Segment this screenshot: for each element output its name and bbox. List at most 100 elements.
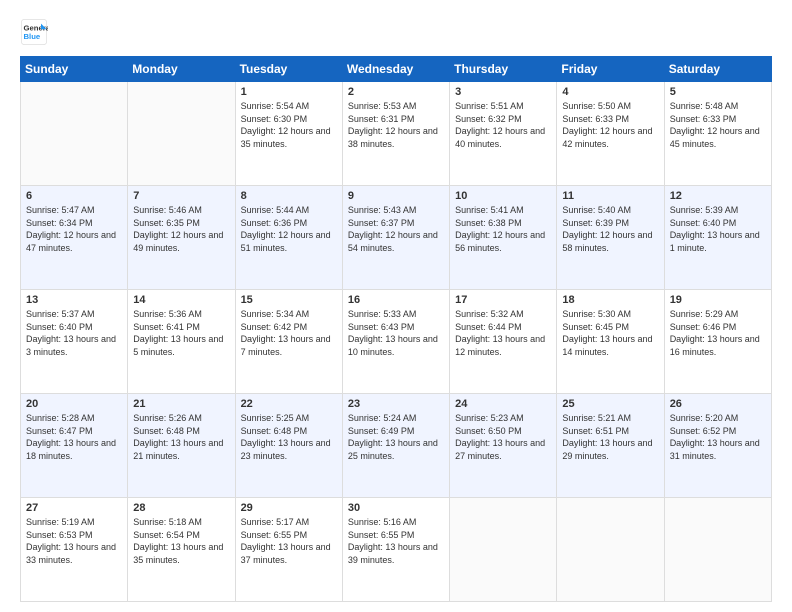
calendar-day-7: 7Sunrise: 5:46 AMSunset: 6:35 PMDaylight… bbox=[128, 186, 235, 290]
calendar-table: SundayMondayTuesdayWednesdayThursdayFrid… bbox=[20, 56, 772, 602]
daylight-text: Daylight: 12 hours and 51 minutes. bbox=[241, 229, 337, 254]
day-info: Sunrise: 5:33 AMSunset: 6:43 PMDaylight:… bbox=[348, 308, 444, 358]
sunrise-text: Sunrise: 5:32 AM bbox=[455, 308, 551, 321]
sunrise-text: Sunrise: 5:26 AM bbox=[133, 412, 229, 425]
day-number: 23 bbox=[348, 398, 444, 410]
day-number: 25 bbox=[562, 398, 658, 410]
calendar-day-24: 24 Sunrise: 5:23 AMSunset: 6:50 PMDayligh… bbox=[450, 394, 557, 498]
daylight-text: Daylight: 13 hours and 33 minutes. bbox=[26, 541, 122, 566]
sunrise-text: Sunrise: 5:41 AM bbox=[455, 204, 551, 217]
daylight-text: Daylight: 13 hours and 23 minutes. bbox=[241, 437, 337, 462]
sunset-text: Sunset: 6:48 PM bbox=[133, 425, 229, 438]
day-info: Sunrise: 5:23 AMSunset: 6:50 PMDaylight:… bbox=[455, 412, 551, 462]
calendar-day-21: 21Sunrise: 5:26 AMSunset: 6:48 PMDayligh… bbox=[128, 394, 235, 498]
calendar-day-29: 29 Sunrise: 5:17 AMSunset: 6:55 PMDayligh… bbox=[235, 498, 342, 602]
calendar-day-5: 5Sunrise: 5:48 AMSunset: 6:33 PMDaylight… bbox=[664, 82, 771, 186]
calendar-day-18: 18 Sunrise: 5:30 AMSunset: 6:45 PMDayligh… bbox=[557, 290, 664, 394]
sunrise-text: Sunrise: 5:30 AM bbox=[562, 308, 658, 321]
sunset-text: Sunset: 6:39 PM bbox=[562, 217, 658, 230]
day-number: 12 bbox=[670, 190, 766, 202]
sunrise-text: Sunrise: 5:20 AM bbox=[670, 412, 766, 425]
calendar-day-3: 3Sunrise: 5:51 AMSunset: 6:32 PMDaylight… bbox=[450, 82, 557, 186]
day-number: 4 bbox=[562, 86, 658, 98]
calendar-day-17: 17Sunrise: 5:32 AMSunset: 6:44 PMDayligh… bbox=[450, 290, 557, 394]
sunset-text: Sunset: 6:37 PM bbox=[348, 217, 444, 230]
calendar-empty-cell bbox=[128, 82, 235, 186]
sunset-text: Sunset: 6:53 PM bbox=[26, 529, 122, 542]
calendar-day-23: 23Sunrise: 5:24 AMSunset: 6:49 PMDayligh… bbox=[342, 394, 449, 498]
day-number: 28 bbox=[133, 502, 229, 514]
sunset-text: Sunset: 6:33 PM bbox=[562, 113, 658, 126]
sunrise-text: Sunrise: 5:16 AM bbox=[348, 516, 444, 529]
day-number: 3 bbox=[455, 86, 551, 98]
day-number: 11 bbox=[562, 190, 658, 202]
day-info: Sunrise: 5:17 AMSunset: 6:55 PMDaylight:… bbox=[241, 516, 337, 566]
day-info: Sunrise: 5:41 AMSunset: 6:38 PMDaylight:… bbox=[455, 204, 551, 254]
day-info: Sunrise: 5:25 AMSunset: 6:48 PMDaylight:… bbox=[241, 412, 337, 462]
calendar-day-14: 14 Sunrise: 5:36 AMSunset: 6:41 PMDayligh… bbox=[128, 290, 235, 394]
daylight-text: Daylight: 12 hours and 45 minutes. bbox=[670, 125, 766, 150]
calendar-day-11: 11 Sunrise: 5:40 AMSunset: 6:39 PMDayligh… bbox=[557, 186, 664, 290]
calendar-day-28: 28Sunrise: 5:18 AMSunset: 6:54 PMDayligh… bbox=[128, 498, 235, 602]
sunset-text: Sunset: 6:50 PM bbox=[455, 425, 551, 438]
calendar-empty-cell bbox=[450, 498, 557, 602]
day-number: 14 bbox=[133, 294, 229, 306]
calendar-day-8: 8Sunrise: 5:44 AMSunset: 6:36 PMDaylight… bbox=[235, 186, 342, 290]
sunset-text: Sunset: 6:47 PM bbox=[26, 425, 122, 438]
day-info: Sunrise: 5:30 AMSunset: 6:45 PMDaylight:… bbox=[562, 308, 658, 358]
calendar-header-saturday: Saturday bbox=[664, 57, 771, 82]
sunset-text: Sunset: 6:32 PM bbox=[455, 113, 551, 126]
sunset-text: Sunset: 6:42 PM bbox=[241, 321, 337, 334]
day-number: 24 bbox=[455, 398, 551, 410]
svg-text:Blue: Blue bbox=[24, 32, 41, 41]
daylight-text: Daylight: 12 hours and 54 minutes. bbox=[348, 229, 444, 254]
sunset-text: Sunset: 6:52 PM bbox=[670, 425, 766, 438]
sunset-text: Sunset: 6:31 PM bbox=[348, 113, 444, 126]
sunrise-text: Sunrise: 5:44 AM bbox=[241, 204, 337, 217]
day-number: 27 bbox=[26, 502, 122, 514]
day-number: 16 bbox=[348, 294, 444, 306]
sunrise-text: Sunrise: 5:28 AM bbox=[26, 412, 122, 425]
daylight-text: Daylight: 12 hours and 38 minutes. bbox=[348, 125, 444, 150]
sunset-text: Sunset: 6:55 PM bbox=[241, 529, 337, 542]
day-info: Sunrise: 5:20 AMSunset: 6:52 PMDaylight:… bbox=[670, 412, 766, 462]
sunrise-text: Sunrise: 5:19 AM bbox=[26, 516, 122, 529]
calendar-empty-cell bbox=[664, 498, 771, 602]
calendar-day-9: 9Sunrise: 5:43 AMSunset: 6:37 PMDaylight… bbox=[342, 186, 449, 290]
day-info: Sunrise: 5:43 AMSunset: 6:37 PMDaylight:… bbox=[348, 204, 444, 254]
calendar-day-15: 15Sunrise: 5:34 AMSunset: 6:42 PMDayligh… bbox=[235, 290, 342, 394]
sunset-text: Sunset: 6:38 PM bbox=[455, 217, 551, 230]
day-number: 21 bbox=[133, 398, 229, 410]
calendar-day-19: 19 Sunrise: 5:29 AMSunset: 6:46 PMDayligh… bbox=[664, 290, 771, 394]
calendar-day-16: 16 Sunrise: 5:33 AMSunset: 6:43 PMDayligh… bbox=[342, 290, 449, 394]
calendar-day-26: 26Sunrise: 5:20 AMSunset: 6:52 PMDayligh… bbox=[664, 394, 771, 498]
sunrise-text: Sunrise: 5:17 AM bbox=[241, 516, 337, 529]
day-number: 18 bbox=[562, 294, 658, 306]
daylight-text: Daylight: 13 hours and 25 minutes. bbox=[348, 437, 444, 462]
daylight-text: Daylight: 13 hours and 16 minutes. bbox=[670, 333, 766, 358]
calendar-day-6: 6Sunrise: 5:47 AMSunset: 6:34 PMDaylight… bbox=[21, 186, 128, 290]
calendar-empty-cell bbox=[557, 498, 664, 602]
sunrise-text: Sunrise: 5:40 AM bbox=[562, 204, 658, 217]
day-info: Sunrise: 5:39 AMSunset: 6:40 PMDaylight:… bbox=[670, 204, 766, 254]
calendar-week-row: 13Sunrise: 5:37 AMSunset: 6:40 PMDayligh… bbox=[21, 290, 772, 394]
day-number: 19 bbox=[670, 294, 766, 306]
sunrise-text: Sunrise: 5:39 AM bbox=[670, 204, 766, 217]
day-info: Sunrise: 5:29 AMSunset: 6:46 PMDaylight:… bbox=[670, 308, 766, 358]
day-number: 22 bbox=[241, 398, 337, 410]
sunset-text: Sunset: 6:49 PM bbox=[348, 425, 444, 438]
sunrise-text: Sunrise: 5:29 AM bbox=[670, 308, 766, 321]
day-info: Sunrise: 5:36 AMSunset: 6:41 PMDaylight:… bbox=[133, 308, 229, 358]
calendar-header-monday: Monday bbox=[128, 57, 235, 82]
sunrise-text: Sunrise: 5:48 AM bbox=[670, 100, 766, 113]
day-number: 5 bbox=[670, 86, 766, 98]
daylight-text: Daylight: 12 hours and 58 minutes. bbox=[562, 229, 658, 254]
header: General Blue bbox=[20, 18, 772, 46]
calendar-week-row: 1Sunrise: 5:54 AMSunset: 6:30 PMDaylight… bbox=[21, 82, 772, 186]
sunrise-text: Sunrise: 5:21 AM bbox=[562, 412, 658, 425]
calendar-header-row: SundayMondayTuesdayWednesdayThursdayFrid… bbox=[21, 57, 772, 82]
day-info: Sunrise: 5:37 AMSunset: 6:40 PMDaylight:… bbox=[26, 308, 122, 358]
sunset-text: Sunset: 6:46 PM bbox=[670, 321, 766, 334]
day-number: 29 bbox=[241, 502, 337, 514]
sunrise-text: Sunrise: 5:47 AM bbox=[26, 204, 122, 217]
